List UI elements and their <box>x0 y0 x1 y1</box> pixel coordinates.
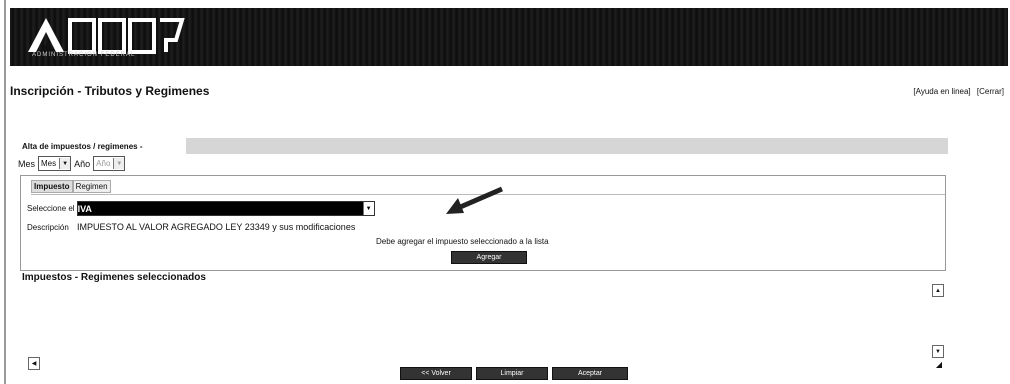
logo-subtitle: ADMINISTRACION FEDERAL <box>32 52 136 58</box>
scroll-left-arrow-icon[interactable]: ◀ <box>28 357 40 370</box>
mes-select-value: Mes <box>41 159 57 168</box>
volver-button[interactable]: << Volver <box>400 367 472 380</box>
section-header-bar <box>186 138 948 154</box>
impuesto-select-value: IVA <box>77 203 92 214</box>
header-banner: ADMINISTRACION FEDERAL <box>10 8 1008 66</box>
info-message: Debe agregar el impuesto seleccionado a … <box>376 237 549 246</box>
select-label: Seleccione el <box>27 204 75 213</box>
resize-grip-icon[interactable]: ◢ <box>934 360 944 370</box>
annotation-arrow-icon <box>446 186 503 214</box>
scroll-down-arrow-icon[interactable]: ▼ <box>932 345 944 358</box>
left-frame-border <box>4 0 6 384</box>
impuesto-select[interactable]: IVA ▼ <box>76 201 375 216</box>
chevron-down-icon: ▼ <box>362 202 374 215</box>
anio-select[interactable]: Año ▼ <box>93 156 126 171</box>
top-links: [Ayuda en linea] [Cerrar] <box>909 87 1004 96</box>
description-row: Descripción IMPUESTO AL VALOR AGREGADO L… <box>27 222 355 232</box>
tab-impuesto[interactable]: Impuesto <box>31 180 73 193</box>
description-label: Descripción <box>27 223 69 232</box>
limpiar-button[interactable]: Limpiar <box>476 367 548 380</box>
mes-select[interactable]: Mes ▼ <box>38 156 72 171</box>
chevron-down-icon: ▼ <box>59 158 71 169</box>
anio-label: Año <box>74 158 91 169</box>
close-link[interactable]: [Cerrar] <box>977 87 1004 96</box>
tab-regimen[interactable]: Regimen <box>72 180 111 193</box>
date-selectors: Mes Mes ▼ Año Año ▼ <box>18 156 126 171</box>
selected-list[interactable]: ▲ ▼ ◢ ◀ <box>28 284 944 370</box>
selected-list-title: Impuestos - Regimenes seleccionados <box>22 272 206 283</box>
aceptar-button[interactable]: Aceptar <box>552 367 628 380</box>
chevron-down-icon: ▼ <box>113 158 125 169</box>
impuesto-select-row: Seleccione el IVA ▼ <box>27 201 375 216</box>
help-link[interactable]: [Ayuda en linea] <box>913 87 970 96</box>
description-value: IMPUESTO AL VALOR AGREGADO LEY 23349 y s… <box>77 222 356 232</box>
agregar-button[interactable]: Agregar <box>451 251 527 264</box>
section-title-alta: Alta de impuestos / regimenes - <box>22 142 143 151</box>
page-title: Inscripción - Tributos y Regimenes <box>10 84 210 98</box>
anio-select-value: Año <box>96 159 111 168</box>
mes-label: Mes <box>18 158 36 169</box>
tab-bar: Impuesto Regimen <box>31 180 111 193</box>
scroll-up-arrow-icon[interactable]: ▲ <box>932 284 944 297</box>
